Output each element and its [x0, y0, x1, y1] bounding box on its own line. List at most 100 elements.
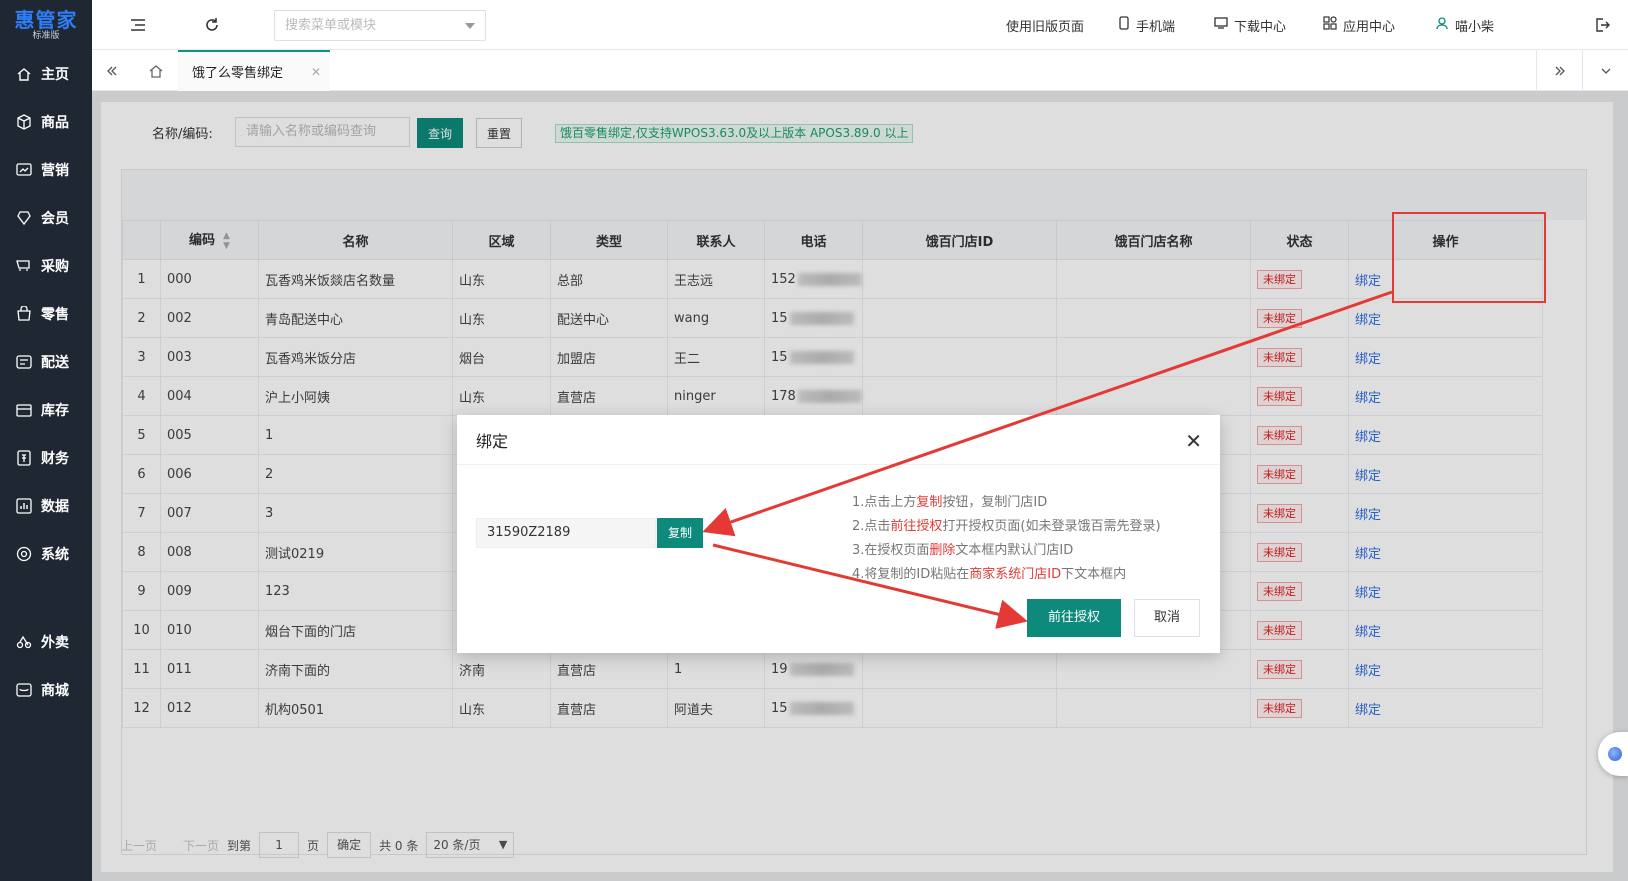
warehouse-icon — [16, 402, 32, 418]
sidebar-item-label: 采购 — [41, 259, 69, 275]
tabs-dropdown-icon[interactable] — [1582, 50, 1628, 91]
instruction-step: 3.在授权页面删除文本框内默认门店ID — [852, 539, 1161, 563]
bind-instructions: 1.点击上方复制按钮，复制门店ID 2.点击前往授权打开授权页面(如未登录饿百需先… — [852, 491, 1161, 587]
delivery-icon — [16, 634, 32, 650]
cart-icon — [16, 258, 32, 274]
monitor-icon — [1214, 16, 1228, 34]
brand-edition: 标准版 — [32, 30, 60, 41]
step-text: 文本框内默认门店ID — [955, 543, 1074, 558]
sidebar-item-5[interactable]: 零售 — [0, 290, 92, 338]
sidebar-item-label: 财务 — [41, 451, 69, 467]
bag-icon — [16, 306, 32, 322]
app-center-label: 应用中心 — [1343, 19, 1396, 35]
app-center-link[interactable]: 应用中心 — [1323, 0, 1395, 50]
sidebar-item-2[interactable]: 营销 — [0, 146, 92, 194]
step-text: 下文本框内 — [1061, 567, 1127, 582]
sidebar-item-12[interactable]: 商城 — [0, 666, 92, 714]
mobile-link[interactable]: 手机端 — [1118, 0, 1175, 50]
copy-button[interactable]: 复制 — [657, 518, 703, 548]
step-text: 按钮，复制门店ID — [942, 495, 1048, 510]
sidebar-item-0[interactable]: 主页 — [0, 50, 92, 98]
instruction-step: 4.将复制的ID粘贴在商家系统门店ID下文本框内 — [852, 563, 1161, 587]
sidebar-item-label: 外卖 — [41, 635, 69, 651]
sidebar-item-11[interactable]: 外卖 — [0, 618, 92, 666]
download-center-label: 下载中心 — [1234, 19, 1287, 35]
heart-icon — [16, 210, 32, 226]
sidebar-item-label: 会员 — [41, 211, 69, 227]
sidebar-item-label: 商城 — [41, 683, 69, 699]
logout-icon[interactable] — [1592, 15, 1612, 35]
tabs-scroll-left-icon[interactable] — [92, 50, 132, 91]
step-highlight: 复制 — [916, 495, 943, 510]
data-icon — [16, 498, 32, 514]
brand-logo[interactable]: 惠管家 标准版 — [0, 0, 92, 50]
step-text: 3.在授权页面 — [852, 543, 930, 558]
old-page-link[interactable]: 使用旧版页面 — [1006, 0, 1084, 50]
menu-search-input[interactable]: 搜索菜单或模块 — [274, 10, 486, 41]
store-icon — [16, 682, 32, 698]
sidebar-item-8[interactable]: 财务 — [0, 434, 92, 482]
menu-search-placeholder: 搜索菜单或模块 — [285, 18, 377, 33]
bind-dialog-title: 绑定 — [476, 431, 509, 451]
step-highlight: 商家系统门店ID — [969, 567, 1062, 582]
instruction-step: 2.点击前往授权打开授权页面(如未登录饿百需先登录) — [852, 515, 1161, 539]
sidebar-item-label: 数据 — [41, 499, 69, 515]
mobile-icon — [1118, 16, 1130, 34]
home-tab-icon[interactable] — [136, 50, 176, 91]
bind-dialog: 绑定 ✕ 31590Z2189 复制 1.点击上方复制按钮，复制门店ID 2.点击… — [457, 415, 1220, 653]
refresh-icon[interactable] — [202, 15, 222, 35]
sidebar-item-4[interactable]: 采购 — [0, 242, 92, 290]
sidebar-item-label: 零售 — [41, 307, 69, 323]
old-page-label: 使用旧版页面 — [1006, 19, 1085, 35]
mobile-label: 手机端 — [1136, 19, 1176, 35]
settings-icon — [16, 546, 32, 562]
sidebar-item-label: 商品 — [41, 115, 69, 131]
brand-name: 惠管家 — [14, 7, 78, 32]
cancel-button[interactable]: 取消 — [1134, 599, 1200, 637]
step-text: 1.点击上方 — [852, 495, 917, 510]
instruction-step: 1.点击上方复制按钮，复制门店ID — [852, 491, 1161, 515]
sidebar-item-label: 系统 — [41, 547, 69, 563]
tabs-scroll-right-icon[interactable] — [1536, 50, 1582, 91]
truck-icon — [16, 354, 32, 370]
sidebar-item-label: 主页 — [41, 67, 69, 83]
menu-toggle-icon[interactable] — [128, 15, 148, 35]
step-text: 2.点击 — [852, 519, 891, 534]
sidebar-item-label: 营销 — [41, 163, 69, 179]
sidebar-item-10[interactable]: 系统 — [0, 530, 92, 578]
user-avatar-icon — [1435, 16, 1449, 34]
step-text: 4.将复制的ID粘贴在 — [852, 567, 970, 582]
sidebar-item-label: 配送 — [41, 355, 69, 371]
sidebar: 惠管家 标准版 主页商品营销会员采购零售配送库存财务数据系统外卖商城 — [0, 0, 92, 881]
top-bar: 搜索菜单或模块 使用旧版页面 手机端 下载中心 应用中心 喵小柴 — [92, 0, 1628, 50]
close-icon[interactable]: ✕ — [1185, 429, 1202, 453]
bind-dialog-header: 绑定 ✕ — [457, 415, 1220, 465]
sidebar-item-label: 库存 — [41, 403, 69, 419]
home-icon — [16, 66, 32, 82]
sidebar-item-3[interactable]: 会员 — [0, 194, 92, 242]
tab-eleme-binding-label: 饿了么零售绑定 — [192, 66, 284, 81]
sidebar-item-9[interactable]: 数据 — [0, 482, 92, 530]
chevron-down-icon — [465, 23, 475, 29]
step-highlight: 删除 — [929, 543, 956, 558]
step-highlight: 前往授权 — [890, 519, 943, 534]
tab-close-icon[interactable]: ✕ — [311, 65, 321, 79]
chart-icon — [16, 162, 32, 178]
go-authorize-button[interactable]: 前往授权 — [1027, 599, 1121, 637]
apps-grid-icon — [1323, 16, 1337, 34]
sidebar-item-6[interactable]: 配送 — [0, 338, 92, 386]
tab-eleme-binding[interactable]: 饿了么零售绑定 ✕ — [178, 50, 330, 91]
sidebar-item-1[interactable]: 商品 — [0, 98, 92, 146]
sidebar-item-7[interactable]: 库存 — [0, 386, 92, 434]
action-column-highlight — [1392, 212, 1546, 303]
user-name: 喵小柴 — [1455, 19, 1495, 35]
box-icon — [16, 114, 32, 130]
tab-bar: 饿了么零售绑定 ✕ — [92, 50, 1628, 91]
finance-icon — [16, 450, 32, 466]
user-menu[interactable]: 喵小柴 — [1435, 0, 1494, 50]
download-center-link[interactable]: 下载中心 — [1214, 0, 1286, 50]
store-id-field[interactable]: 31590Z2189 — [476, 518, 656, 548]
step-text: 打开授权页面(如未登录饿百需先登录) — [942, 519, 1161, 534]
assistant-icon — [1608, 747, 1622, 761]
